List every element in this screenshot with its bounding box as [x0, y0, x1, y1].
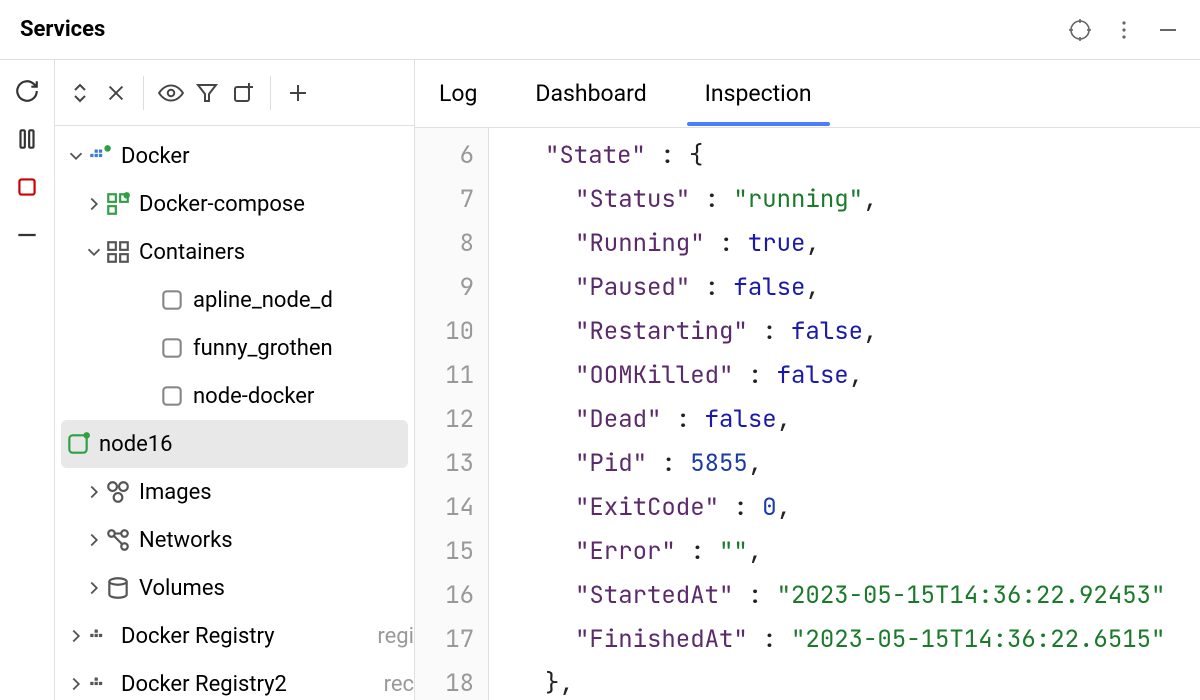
docker-icon [87, 143, 113, 169]
docker-icon [87, 671, 113, 697]
chevron-right-icon [65, 625, 87, 647]
stop-icon[interactable] [14, 174, 40, 200]
container-icon [159, 335, 185, 361]
chevron-down-icon [65, 145, 87, 167]
new-window-icon[interactable] [228, 78, 258, 108]
page-title: Services [20, 17, 1068, 42]
tree-containers[interactable]: Containers [55, 228, 414, 276]
editor: 6789101112131415161718 "State" : {"Statu… [415, 128, 1200, 700]
separator [143, 76, 144, 110]
tree-container-item[interactable]: node-docker [55, 372, 414, 420]
docker-icon [87, 623, 113, 649]
tree-suffix: regi [377, 624, 414, 649]
tree-label: node16 [99, 432, 408, 457]
pause-icon[interactable] [14, 126, 40, 152]
container-running-icon [65, 431, 91, 457]
sidebar: Docker Docker-compose Containers apline_… [55, 60, 415, 700]
tree-container-item[interactable]: apline_node_d [55, 276, 414, 324]
tab-dashboard[interactable]: Dashboard [531, 62, 650, 125]
tree-suffix: rec [384, 672, 414, 697]
tree-volumes[interactable]: Volumes [55, 564, 414, 612]
chevron-right-icon [83, 193, 105, 215]
tree-label: Docker [121, 144, 414, 169]
tree-docker-compose[interactable]: Docker-compose [55, 180, 414, 228]
chevron-right-icon [83, 481, 105, 503]
networks-icon [105, 527, 131, 553]
add-icon[interactable] [283, 78, 313, 108]
close-icon[interactable] [101, 78, 131, 108]
tree-container-item[interactable]: funny_grothen [55, 324, 414, 372]
tree-label: Docker-compose [139, 192, 414, 217]
tree-label: funny_grothen [193, 336, 414, 361]
chevron-right-icon [83, 529, 105, 551]
filter-icon[interactable] [192, 78, 222, 108]
minimize-icon[interactable] [1156, 18, 1180, 42]
tree-label: Docker Registry [121, 624, 371, 649]
sidebar-toolbar [55, 60, 414, 126]
tree-label: node-docker [193, 384, 414, 409]
expand-collapse-icon[interactable] [65, 78, 95, 108]
tree-label: Images [139, 480, 414, 505]
tree-docker[interactable]: Docker [55, 132, 414, 180]
left-rail [0, 60, 55, 700]
code-view[interactable]: "State" : {"Status" : "running","Running… [489, 128, 1165, 700]
tree-label: Volumes [139, 576, 414, 601]
containers-icon [105, 239, 131, 265]
refresh-icon[interactable] [14, 78, 40, 104]
container-icon [159, 383, 185, 409]
minimize-rail-icon[interactable] [14, 222, 40, 248]
tree-container-item-selected[interactable]: node16 [61, 420, 408, 468]
main: Docker Docker-compose Containers apline_… [0, 60, 1200, 700]
volumes-icon [105, 575, 131, 601]
tree-label: Containers [139, 240, 414, 265]
tree-images[interactable]: Images [55, 468, 414, 516]
tab-inspection[interactable]: Inspection [701, 62, 816, 125]
header-actions [1068, 18, 1180, 42]
tabs: Log Dashboard Inspection [415, 60, 1200, 128]
tab-log[interactable]: Log [435, 62, 481, 125]
chevron-right-icon [83, 577, 105, 599]
gutter: 6789101112131415161718 [415, 128, 489, 700]
compose-icon [105, 191, 131, 217]
container-icon [159, 287, 185, 313]
header: Services [0, 0, 1200, 60]
tree-label: Networks [139, 528, 414, 553]
tree-networks[interactable]: Networks [55, 516, 414, 564]
target-icon[interactable] [1068, 18, 1092, 42]
chevron-right-icon [65, 673, 87, 695]
tree-label: apline_node_d [193, 288, 414, 313]
chevron-down-icon [83, 241, 105, 263]
separator [270, 76, 271, 110]
tree-label: Docker Registry2 [121, 672, 378, 697]
images-icon [105, 479, 131, 505]
more-vertical-icon[interactable] [1112, 18, 1136, 42]
tree-registry[interactable]: Docker Registry2 rec [55, 660, 414, 700]
eye-icon[interactable] [156, 78, 186, 108]
tree-registry[interactable]: Docker Registry regi [55, 612, 414, 660]
content: Log Dashboard Inspection 678910111213141… [415, 60, 1200, 700]
tree: Docker Docker-compose Containers apline_… [55, 126, 414, 700]
